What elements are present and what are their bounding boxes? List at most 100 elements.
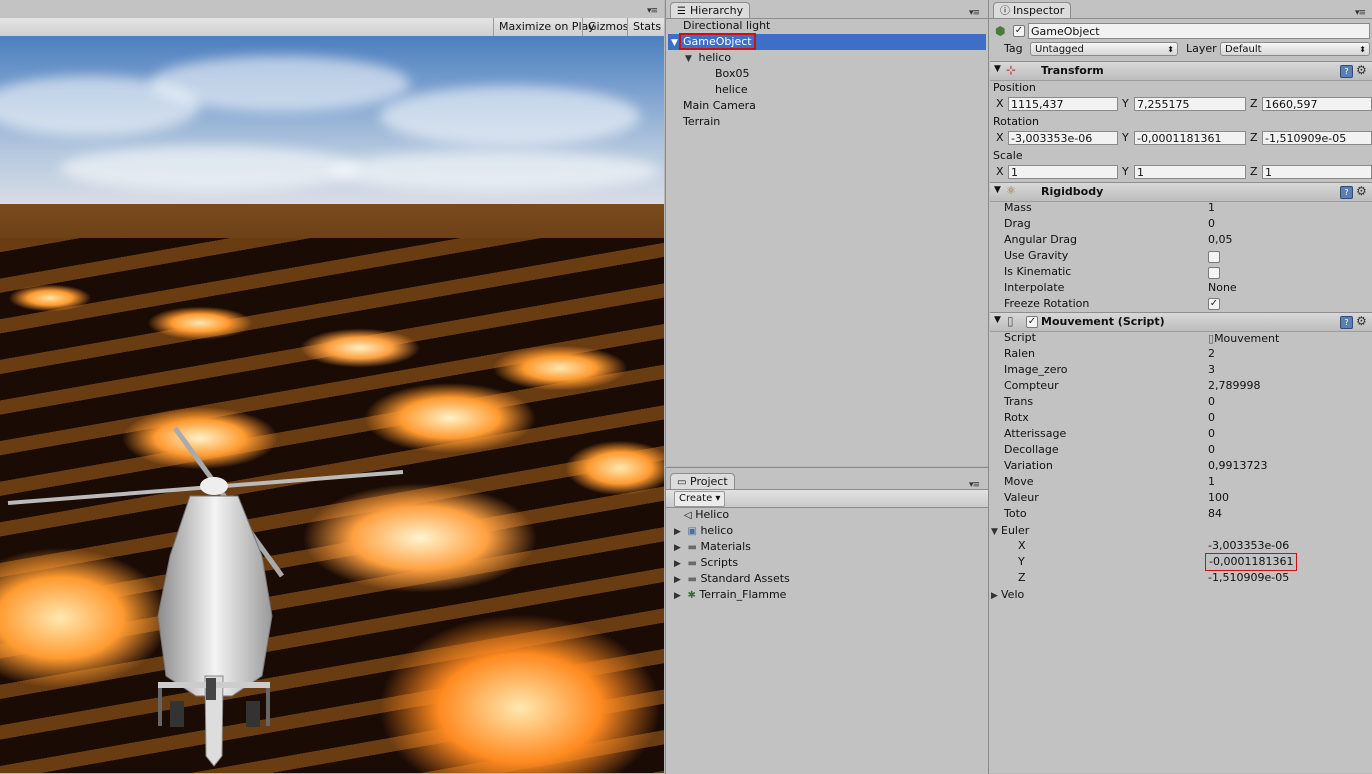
game-toolbar: Maximize on Play Gizmos Stats — [0, 18, 664, 37]
rotation-y-input[interactable]: -0,0001181361 — [1134, 131, 1246, 145]
script-enabled-checkbox[interactable]: ✓ — [1026, 316, 1038, 328]
euler-foldout[interactable]: ▼ Euler — [991, 523, 1029, 539]
transform-header[interactable]: ▼ ⊹ Transform ? ⚙ — [990, 61, 1372, 81]
scale-x-input[interactable]: 1 — [1008, 165, 1118, 179]
decollage-label: Decollage — [1004, 443, 1059, 456]
script-field-value[interactable]: ▯Mouvement — [1208, 331, 1279, 347]
use-gravity-checkbox[interactable] — [1208, 251, 1220, 263]
hierarchy-item-main-camera[interactable]: Main Camera — [683, 98, 756, 114]
drag-value[interactable]: 0 — [1208, 216, 1215, 232]
transform-title: Transform — [1041, 64, 1104, 77]
valeur-value[interactable]: 100 — [1208, 490, 1229, 506]
scale-z-input[interactable]: 1 — [1262, 165, 1372, 179]
expand-arrow-icon[interactable]: ▶ — [991, 588, 1001, 604]
move-value[interactable]: 1 — [1208, 474, 1215, 490]
expand-arrow-icon[interactable]: ▼ — [671, 35, 681, 51]
collapse-arrow-icon[interactable]: ▼ — [994, 64, 1001, 74]
project-item-materials[interactable]: ▶ ▬ Materials — [674, 539, 751, 555]
panel-menu-icon[interactable]: ▾≡ — [969, 8, 980, 18]
euler-y-label: Y — [1018, 555, 1025, 568]
velo-foldout[interactable]: ▶ Velo — [991, 587, 1024, 603]
rotation-z-input[interactable]: -1,510909e-05 — [1262, 131, 1372, 145]
expand-arrow-icon[interactable]: ▶ — [674, 540, 684, 556]
expand-arrow-icon[interactable]: ▶ — [674, 556, 684, 572]
tag-dropdown[interactable]: Untagged ⬍ — [1030, 42, 1178, 56]
collapse-arrow-icon[interactable]: ▼ — [994, 185, 1001, 195]
expand-arrow-icon[interactable]: ▶ — [674, 524, 684, 540]
atterissage-value[interactable]: 0 — [1208, 426, 1215, 442]
velo-label: Velo — [1001, 588, 1025, 601]
tab-inspector[interactable]: ⓘ Inspector — [993, 2, 1072, 19]
angular-drag-value[interactable]: 0,05 — [1208, 232, 1233, 248]
gear-icon[interactable]: ⚙ — [1356, 184, 1367, 198]
help-icon[interactable]: ? — [1340, 65, 1353, 78]
use-gravity-label: Use Gravity — [1004, 249, 1069, 262]
trans-value[interactable]: 0 — [1208, 394, 1215, 410]
hierarchy-item-directional-light[interactable]: Directional light — [683, 18, 770, 34]
project-item-label: Materials — [700, 540, 751, 553]
game-scene[interactable] — [0, 36, 664, 773]
hierarchy-item-gameobject[interactable]: ▼ GameObject — [668, 33, 986, 51]
helicopter — [7, 426, 404, 767]
project-item-helico-scene[interactable]: ◁ Helico — [684, 507, 729, 523]
expand-arrow-icon[interactable]: ▼ — [991, 524, 1001, 540]
is-kinematic-checkbox[interactable] — [1208, 267, 1220, 279]
terrain-icon: ✱ — [687, 590, 696, 601]
mass-value[interactable]: 1 — [1208, 200, 1215, 216]
script-file-icon: ▯ — [1007, 314, 1014, 328]
rotation-x-input[interactable]: -3,003353e-06 — [1008, 131, 1118, 145]
collapse-arrow-icon[interactable]: ▼ — [994, 315, 1001, 325]
move-label: Move — [1004, 475, 1034, 488]
angular-drag-label: Angular Drag — [1004, 233, 1077, 246]
help-icon[interactable]: ? — [1340, 316, 1353, 329]
folder-icon: ▬ — [687, 574, 697, 585]
stats-button[interactable]: Stats — [627, 18, 664, 36]
image-zero-value[interactable]: 3 — [1208, 362, 1215, 378]
project-item-terrain-flamme[interactable]: ▶ ✱ Terrain_Flamme — [674, 587, 786, 603]
rotx-value[interactable]: 0 — [1208, 410, 1215, 426]
gizmos-button[interactable]: Gizmos — [582, 18, 634, 36]
object-name-input[interactable]: GameObject — [1028, 23, 1370, 39]
hierarchy-item-helico[interactable]: ▼ helico — [685, 50, 731, 66]
position-y-input[interactable]: 7,255175 — [1134, 97, 1246, 111]
decollage-value[interactable]: 0 — [1208, 442, 1215, 458]
game-view[interactable]: ▾≡ Maximize on Play Gizmos Stats — [0, 0, 664, 773]
active-checkbox[interactable]: ✓ — [1013, 25, 1025, 37]
gear-icon[interactable]: ⚙ — [1356, 63, 1367, 77]
mouvement-script-header[interactable]: ▼ ▯ ✓ Mouvement (Script) ? ⚙ — [990, 312, 1372, 332]
expand-arrow-icon[interactable]: ▶ — [674, 588, 684, 604]
hierarchy-item-terrain[interactable]: Terrain — [683, 114, 720, 130]
euler-z-value[interactable]: -1,510909e-05 — [1208, 570, 1289, 586]
project-item-standard-assets[interactable]: ▶ ▬ Standard Assets — [674, 571, 790, 587]
rotation-y-label: Y — [1122, 131, 1129, 144]
rigidbody-header[interactable]: ▼ ⚛ Rigidbody ? ⚙ — [990, 182, 1372, 202]
project-toolbar: Create ▾ — [666, 489, 988, 508]
toto-value[interactable]: 84 — [1208, 506, 1222, 522]
help-icon[interactable]: ? — [1340, 186, 1353, 199]
freeze-rotation-checkbox[interactable]: ✓ — [1208, 298, 1220, 310]
expand-arrow-icon[interactable]: ▶ — [674, 572, 684, 588]
panel-menu-icon[interactable]: ▾≡ — [647, 6, 658, 16]
hierarchy-item-helice[interactable]: helice — [715, 82, 748, 98]
expand-arrow-icon[interactable]: ▼ — [685, 51, 695, 67]
compteur-value[interactable]: 2,789998 — [1208, 378, 1261, 394]
euler-x-value[interactable]: -3,003353e-06 — [1208, 538, 1289, 554]
create-button[interactable]: Create ▾ — [674, 491, 726, 507]
project-item-scripts[interactable]: ▶ ▬ Scripts — [674, 555, 738, 571]
hierarchy-item-box05[interactable]: Box05 — [715, 66, 749, 82]
layer-dropdown[interactable]: Default ⬍ — [1220, 42, 1370, 56]
variation-value[interactable]: 0,9913723 — [1208, 458, 1268, 474]
dropdown-arrow-icon: ⬍ — [1167, 45, 1174, 54]
scale-y-input[interactable]: 1 — [1134, 165, 1246, 179]
project-item-helico-model[interactable]: ▶ ▣ helico — [674, 523, 733, 539]
tab-hierarchy[interactable]: ☰ Hierarchy — [670, 2, 751, 19]
valeur-label: Valeur — [1004, 491, 1039, 504]
position-x-input[interactable]: 1115,437 — [1008, 97, 1118, 111]
panel-menu-icon[interactable]: ▾≡ — [1355, 8, 1366, 18]
euler-y-value[interactable]: -0,0001181361 — [1205, 553, 1298, 571]
tab-project[interactable]: ▭ Project — [670, 473, 735, 490]
position-z-input[interactable]: 1660,597 — [1262, 97, 1372, 111]
interpolate-value[interactable]: None — [1208, 280, 1237, 296]
gear-icon[interactable]: ⚙ — [1356, 314, 1367, 328]
ralen-value[interactable]: 2 — [1208, 346, 1215, 362]
